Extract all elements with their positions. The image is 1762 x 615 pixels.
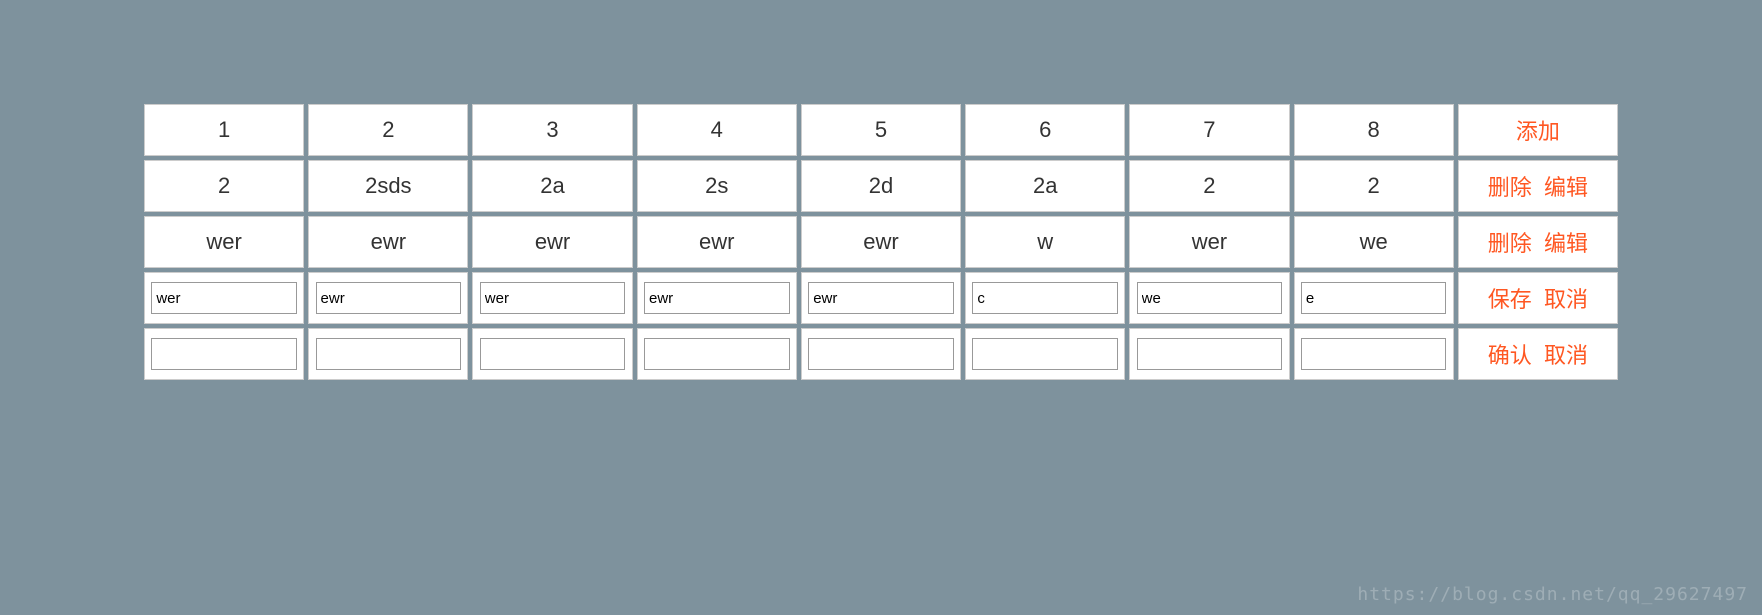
table-cell: ewr [472,216,632,268]
edit-cell [637,272,797,324]
header-cell: 7 [1129,104,1289,156]
data-table: 1 2 3 4 5 6 7 8 添加 2 2sds 2a 2s 2d 2a 2 … [140,100,1622,384]
new-input[interactable] [644,338,790,370]
new-row: 确认 取消 [144,328,1618,380]
header-cell: 3 [472,104,632,156]
edit-cell [308,272,468,324]
new-cell [1294,328,1454,380]
edit-cell [144,272,304,324]
edit-actions: 保存 取消 [1458,272,1618,324]
row-actions: 删除 编辑 [1458,160,1618,212]
table-cell: 2 [1129,160,1289,212]
table-cell: wer [144,216,304,268]
table-cell: ewr [308,216,468,268]
new-input[interactable] [480,338,626,370]
table-cell: 2d [801,160,961,212]
edit-cell [965,272,1125,324]
delete-button[interactable]: 删除 [1488,231,1532,256]
table-cell: 2 [1294,160,1454,212]
table-cell: w [965,216,1125,268]
new-input[interactable] [808,338,954,370]
header-cell: 8 [1294,104,1454,156]
new-cell [965,328,1125,380]
table-cell: 2sds [308,160,468,212]
new-cell [144,328,304,380]
new-cell [308,328,468,380]
header-row: 1 2 3 4 5 6 7 8 添加 [144,104,1618,156]
edit-input[interactable] [644,282,790,314]
new-input[interactable] [316,338,462,370]
new-actions: 确认 取消 [1458,328,1618,380]
watermark: https://blog.csdn.net/qq_29627497 [1357,584,1748,605]
edit-button[interactable]: 编辑 [1544,175,1588,200]
edit-cell [472,272,632,324]
table-cell: we [1294,216,1454,268]
edit-cell [801,272,961,324]
edit-input[interactable] [316,282,462,314]
new-cell [637,328,797,380]
new-cell [1129,328,1289,380]
delete-button[interactable]: 删除 [1488,175,1532,200]
table-cell: ewr [637,216,797,268]
table-cell: 2 [144,160,304,212]
new-input[interactable] [972,338,1118,370]
edit-input[interactable] [1301,282,1447,314]
new-input[interactable] [151,338,297,370]
new-input[interactable] [1301,338,1447,370]
edit-cell [1129,272,1289,324]
add-button[interactable]: 添加 [1516,119,1560,144]
row-actions: 删除 编辑 [1458,216,1618,268]
header-cell: 1 [144,104,304,156]
table-cell: 2s [637,160,797,212]
cancel-button[interactable]: 取消 [1544,287,1588,312]
new-input[interactable] [1137,338,1283,370]
table-cell: 2a [472,160,632,212]
table-row: 2 2sds 2a 2s 2d 2a 2 2 删除 编辑 [144,160,1618,212]
edit-input[interactable] [1137,282,1283,314]
save-button[interactable]: 保存 [1488,287,1532,312]
table-cell: wer [1129,216,1289,268]
edit-input[interactable] [480,282,626,314]
new-cell [472,328,632,380]
edit-input[interactable] [151,282,297,314]
edit-button[interactable]: 编辑 [1544,231,1588,256]
table-row: wer ewr ewr ewr ewr w wer we 删除 编辑 [144,216,1618,268]
header-cell: 2 [308,104,468,156]
edit-input[interactable] [972,282,1118,314]
header-cell: 5 [801,104,961,156]
header-actions: 添加 [1458,104,1618,156]
edit-row: 保存 取消 [144,272,1618,324]
cancel-button[interactable]: 取消 [1544,343,1588,368]
edit-cell [1294,272,1454,324]
table-cell: ewr [801,216,961,268]
header-cell: 4 [637,104,797,156]
new-cell [801,328,961,380]
header-cell: 6 [965,104,1125,156]
edit-input[interactable] [808,282,954,314]
table-cell: 2a [965,160,1125,212]
confirm-button[interactable]: 确认 [1488,343,1532,368]
